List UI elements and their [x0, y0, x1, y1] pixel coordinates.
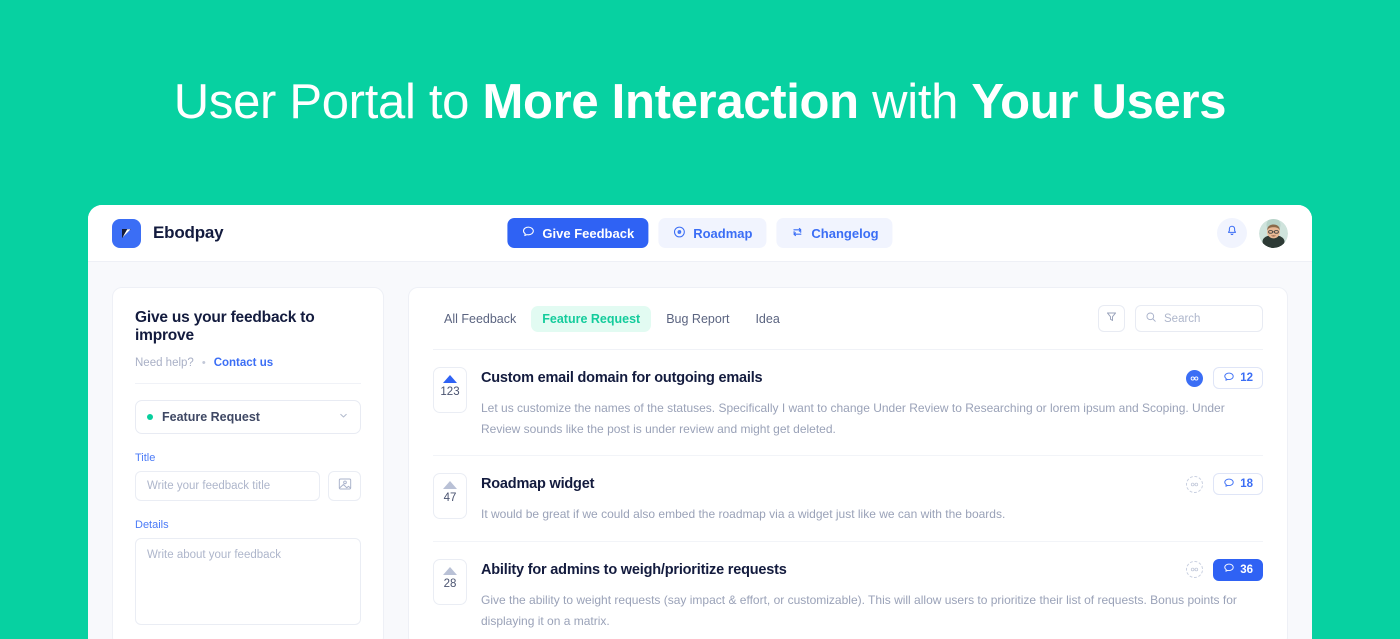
image-upload-icon [337, 476, 353, 497]
feedback-title-input[interactable] [135, 471, 320, 501]
upvote-button[interactable]: 123 [433, 367, 467, 413]
arrow-logo-icon [112, 218, 141, 248]
search-input[interactable] [1164, 312, 1253, 325]
item-content: Custom email domain for outgoing emails [481, 367, 1263, 439]
filter-button[interactable] [1098, 305, 1125, 332]
item-title[interactable]: Ability for admins to weigh/prioritize r… [481, 562, 1176, 578]
feedback-details-textarea[interactable] [135, 538, 361, 625]
image-upload-button[interactable] [328, 471, 361, 501]
form-divider [135, 383, 361, 384]
feed-tab-feature-request[interactable]: Feature Request [531, 305, 652, 332]
hero-part-2: More Interaction [482, 75, 859, 129]
compass-icon [672, 225, 686, 242]
help-separator: • [201, 357, 206, 369]
item-header: Ability for admins to weigh/prioritize r… [481, 558, 1263, 581]
nav-tab-changelog[interactable]: Changelog [776, 218, 893, 248]
details-field-label: Details [135, 519, 169, 531]
brand-name: Ebodpay [153, 223, 224, 242]
help-row: Need help? • Contact us [135, 357, 361, 369]
page-title: User Portal to More Interaction with You… [173, 75, 1227, 129]
item-title[interactable]: Custom email domain for outgoing emails [481, 370, 1176, 386]
item-description: It would be great if we could also embed… [481, 507, 1006, 522]
status-avatar-icon [1186, 369, 1204, 387]
vote-count: 28 [443, 577, 457, 590]
app-body: Give us your feedback to improve Need he… [88, 262, 1312, 639]
app-header: Ebodpay Give Feedback Roadmap Changelog [88, 205, 1312, 262]
refresh-cycle-icon [790, 225, 804, 242]
comment-count: 12 [1240, 372, 1253, 384]
feed-tab-all-feedback[interactable]: All Feedback [433, 306, 527, 332]
item-description: Let us customize the names of the status… [481, 401, 1225, 436]
funnel-filter-icon [1105, 310, 1118, 328]
title-field-row [135, 471, 361, 501]
feedback-form-card: Give us your feedback to improve Need he… [112, 287, 384, 639]
nav-tab-give-feedback[interactable]: Give Feedback [507, 218, 649, 248]
list-item[interactable]: 28 Ability for admins to weigh/prioritiz… [433, 542, 1263, 639]
hero-part-4: Your Users [971, 75, 1227, 129]
comment-count-pill[interactable]: 18 [1213, 473, 1263, 496]
status-avatar-icon [1186, 475, 1204, 493]
hero-part-3: with [858, 75, 972, 129]
upvote-triangle-icon [443, 566, 457, 575]
primary-nav: Give Feedback Roadmap Changelog [507, 218, 893, 248]
upvote-triangle-icon [443, 375, 457, 383]
comment-bubble-icon [1223, 477, 1235, 492]
nav-tab-label: Changelog [811, 225, 879, 241]
comment-bubble-icon [1223, 562, 1235, 577]
bell-icon [1225, 224, 1239, 243]
brand[interactable]: Ebodpay [112, 218, 224, 248]
vote-count: 123 [440, 386, 460, 398]
title-field-label: Title [135, 452, 156, 464]
upvote-button[interactable]: 47 [433, 473, 467, 520]
comment-count-pill[interactable]: 12 [1213, 367, 1263, 389]
chat-bubble-icon [521, 225, 535, 242]
nav-tab-label: Give Feedback [542, 225, 635, 241]
nav-tab-roadmap[interactable]: Roadmap [658, 218, 767, 248]
search-icon [1145, 310, 1157, 328]
feed-tab-idea[interactable]: Idea [744, 306, 790, 332]
upvote-triangle-icon [443, 481, 457, 490]
category-status-dot [147, 414, 153, 420]
nav-tab-label: Roadmap [693, 225, 753, 241]
upvote-button[interactable]: 28 [433, 558, 467, 605]
feed-filter-tabs: All Feedback Feature Request Bug Report … [433, 305, 1098, 332]
app-window: Ebodpay Give Feedback Roadmap Changelog … [88, 205, 1312, 639]
contact-us-link[interactable]: Contact us [214, 357, 273, 369]
category-select-value: Feature Request [162, 410, 260, 424]
item-description: Give the ability to weight requests (say… [481, 592, 1237, 628]
comment-count-pill[interactable]: 36 [1213, 558, 1263, 581]
hero-banner: User Portal to More Interaction with You… [0, 0, 1400, 205]
list-item[interactable]: 123 Custom email domain for outgoing ema… [433, 350, 1263, 457]
search-box[interactable] [1135, 305, 1263, 332]
item-content: Ability for admins to weigh/prioritize r… [481, 558, 1263, 631]
vote-count: 47 [443, 492, 457, 505]
avatar[interactable] [1259, 218, 1288, 248]
form-title: Give us your feedback to improve [135, 309, 315, 344]
comment-count: 36 [1240, 563, 1253, 576]
header-actions [1217, 218, 1288, 248]
feed-tab-bug-report[interactable]: Bug Report [655, 306, 740, 332]
comment-bubble-icon [1223, 371, 1235, 386]
item-header: Custom email domain for outgoing emails [481, 367, 1263, 389]
notification-button[interactable] [1217, 218, 1247, 248]
category-select[interactable]: Feature Request [135, 400, 361, 434]
item-content: Roadmap widget 18 It would be great if w… [481, 473, 1263, 525]
feedback-list-card: All Feedback Feature Request Bug Report … [408, 287, 1288, 639]
chevron-down-icon [338, 408, 349, 426]
list-item[interactable]: 47 Roadmap widget 18 It would be great i… [433, 456, 1263, 542]
comment-count: 18 [1240, 478, 1253, 491]
item-header: Roadmap widget 18 [481, 473, 1263, 496]
status-avatar-icon [1186, 561, 1204, 579]
hero-part-1: User Portal to [173, 75, 483, 129]
item-title[interactable]: Roadmap widget [481, 476, 1176, 492]
feed-toolbar: All Feedback Feature Request Bug Report … [433, 288, 1263, 350]
feed-toolbar-actions [1098, 305, 1263, 332]
help-text: Need help? [135, 357, 194, 369]
